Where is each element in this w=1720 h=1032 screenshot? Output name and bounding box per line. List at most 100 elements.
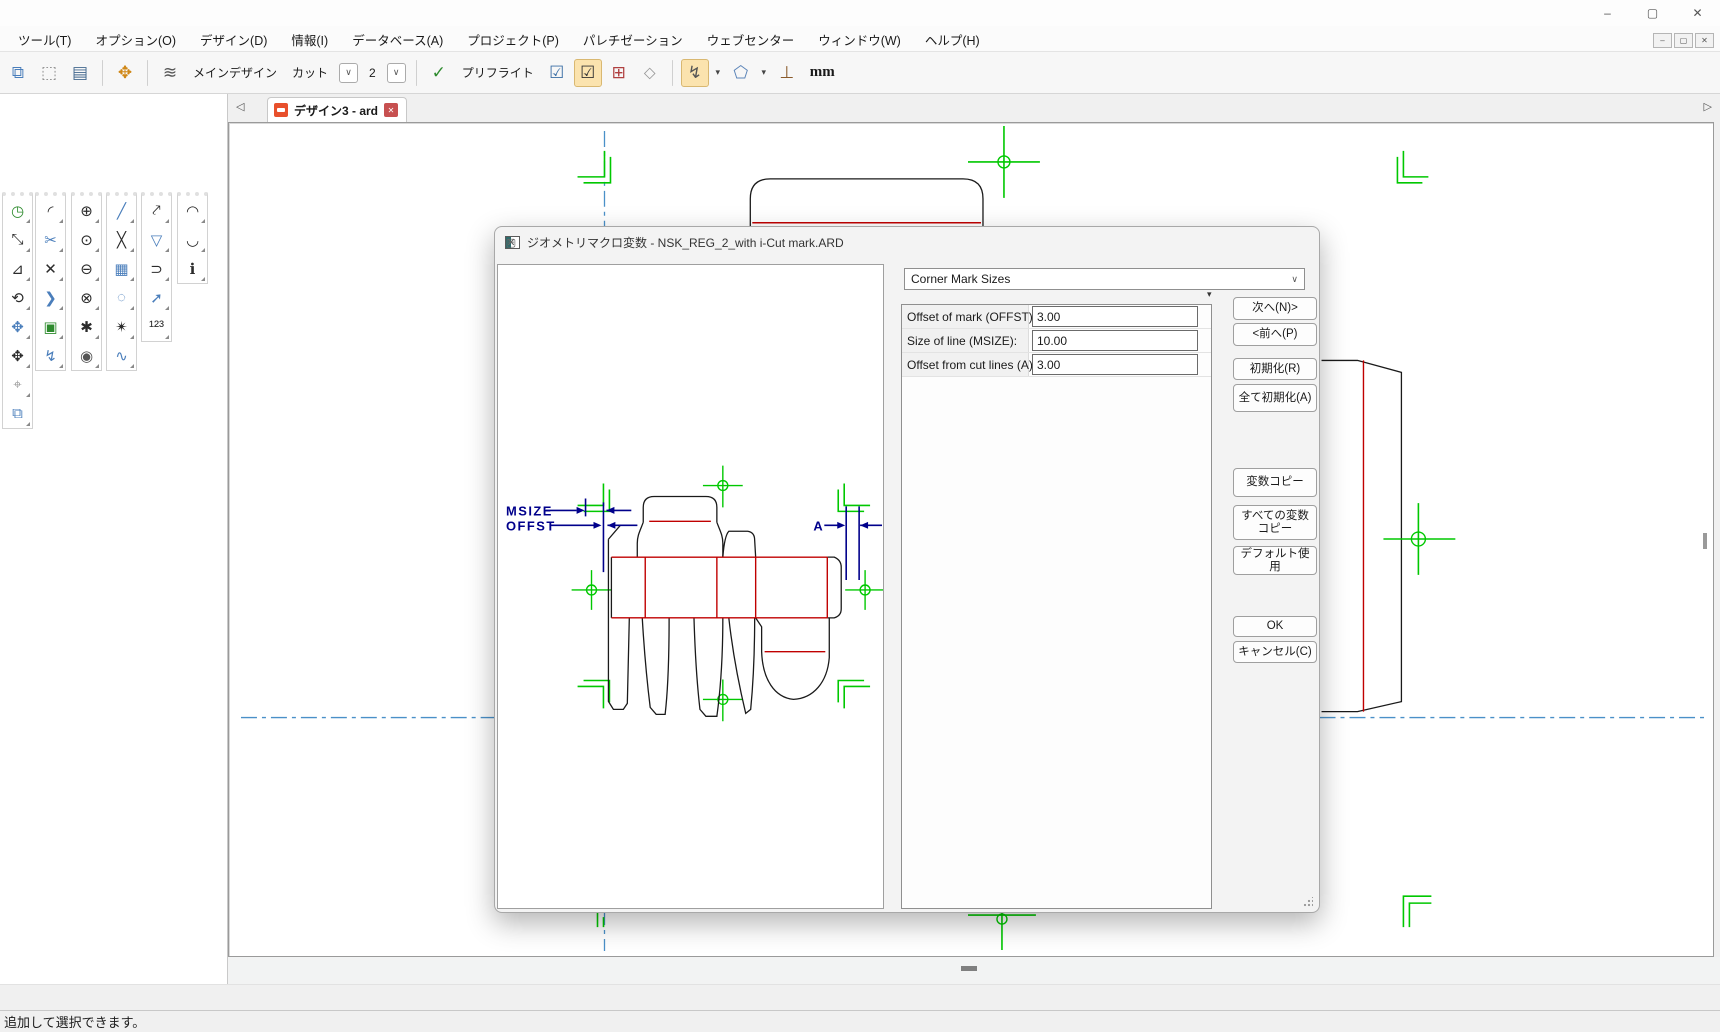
tool-move-points[interactable]: ✥ (3, 341, 32, 370)
tool-angle-gauge[interactable]: ⊿ (3, 254, 32, 283)
preview-registration-marks (572, 466, 883, 722)
tool-cone[interactable]: ▽ (142, 225, 171, 254)
output-reports-icon[interactable]: ⧉ (4, 59, 32, 87)
tool-zoom-previous[interactable]: ⊗ (72, 283, 101, 312)
group-caret-icon[interactable]: ▾ (1207, 289, 1212, 300)
tool-sequence-numbers[interactable]: ¹²³ (142, 312, 171, 341)
mdi-window-controls: –▢✕ (1653, 33, 1714, 48)
reset-button[interactable]: 初期化(R) (1233, 358, 1317, 380)
ok-button[interactable]: OK (1233, 616, 1317, 637)
mdi-close-button[interactable]: ✕ (1695, 33, 1714, 48)
dialog-close-button[interactable]: ✕ (495, 231, 527, 253)
menu-webcenter[interactable]: ウェブセンター (695, 30, 807, 49)
tool-circle-center[interactable]: ◌ (107, 283, 136, 312)
tool-sequence-layers[interactable]: ⧉ (3, 399, 32, 428)
tool-ray-fan[interactable]: ✴ (107, 312, 136, 341)
dialog-titlebar[interactable]: ジオメトリマクロ変数 - NSK_REG_2_with i-Cut mark.A… (495, 227, 1319, 257)
tool-info[interactable]: ℹ (178, 254, 207, 283)
tool-view-eye[interactable]: ◉ (72, 341, 101, 370)
dialog-resize-grip[interactable] (1303, 897, 1313, 907)
tool-arc[interactable]: ⊃ (142, 254, 171, 283)
tool-dimension-clock[interactable]: ◷ (3, 196, 32, 225)
window-close-button[interactable]: ✕ (1675, 0, 1720, 26)
tool-zoom-window[interactable]: ⊙ (72, 225, 101, 254)
layer-combo[interactable]: ∨ (387, 63, 406, 83)
mdi-minimize-button[interactable]: – (1653, 33, 1672, 48)
tool-tangent-line[interactable]: ➚ (142, 283, 171, 312)
vertical-scroll-thumb[interactable] (1703, 533, 1707, 549)
window-controls: –▢✕ (1585, 0, 1720, 26)
mdi-restore-button[interactable]: ▢ (1674, 33, 1693, 48)
tab-design3[interactable]: デザイン3 - ard ✕ (267, 97, 407, 122)
geometry-macro-dialog[interactable]: ジオメトリマクロ変数 - NSK_REG_2_with i-Cut mark.A… (494, 226, 1320, 913)
tab-scroll-right-icon[interactable]: ▷ (1704, 100, 1712, 113)
menu-palletization[interactable]: パレチゼーション (571, 30, 695, 49)
preflight-clipboard-icon[interactable]: ✓ (425, 59, 453, 87)
side-combo[interactable]: ∨ (339, 63, 358, 83)
tool-hatch[interactable]: ▦ (107, 254, 136, 283)
tool-arc-start-end[interactable]: ◡ (178, 225, 207, 254)
layout-grid-icon[interactable]: ⊞ (605, 59, 633, 87)
prev-button[interactable]: <前へ(P) (1233, 323, 1317, 346)
horizontal-scroll-track[interactable] (228, 957, 1720, 984)
palette-lines: ⤤▽⊃➚¹²³ (141, 192, 172, 342)
next-button[interactable]: 次へ(N)> (1233, 297, 1317, 320)
menu-help[interactable]: ヘルプ(H) (913, 30, 992, 49)
tool-zoom-out[interactable]: ⊖ (72, 254, 101, 283)
horizontal-scroll-thumb[interactable] (961, 966, 977, 971)
menu-project[interactable]: プロジェクト(P) (455, 30, 571, 49)
tool-curve[interactable]: ∿ (107, 341, 136, 370)
print-preview-icon[interactable]: ⬚ (35, 59, 63, 87)
dialog-title: ジオメトリマクロ変数 - NSK_REG_2_with i-Cut mark.A… (527, 234, 844, 251)
tool-move-copy[interactable]: ⌖ (3, 370, 32, 399)
toolbar-divider (102, 60, 103, 86)
tool-line[interactable]: ╱ (107, 196, 136, 225)
tool-arc-three-point[interactable]: ◠ (178, 196, 207, 225)
line-type-icon[interactable]: ↯ (681, 59, 709, 87)
tool-move-point[interactable]: ✥ (3, 312, 32, 341)
tool-scissors-cut[interactable]: ✂ (36, 225, 65, 254)
tool-rect-select[interactable]: ▣ (36, 312, 65, 341)
cancel-button[interactable]: キャンセル(C) (1233, 641, 1317, 663)
menu-database[interactable]: データベース(A) (340, 30, 455, 49)
toolbar-divider (672, 60, 673, 86)
line-type-caret[interactable]: ▾ (712, 59, 724, 87)
palletization-arrows-icon[interactable]: ✥ (111, 59, 139, 87)
window-restore-button[interactable]: ▢ (1630, 0, 1675, 26)
preflight-label: プリフライト (456, 59, 540, 87)
offset-from-cut-lines-field: Offset from cut lines (A): 3.00 (902, 353, 1211, 377)
tool-step-line[interactable]: ↯ (36, 341, 65, 370)
tool-chevron-select[interactable]: ❯ (36, 283, 65, 312)
offset-of-mark-field: Offset of mark (OFFST): 3.00 (902, 305, 1211, 329)
dieline-top-tab (750, 179, 983, 229)
report-browser-icon[interactable]: ▤ (66, 59, 94, 87)
tool-zoom-in[interactable]: ⊕ (72, 196, 101, 225)
tool-delete[interactable]: ✕ (36, 254, 65, 283)
menu-window[interactable]: ウィンドウ(W) (806, 30, 913, 49)
menu-design[interactable]: デザイン(D) (188, 30, 279, 49)
copy-all-variables-button[interactable]: すべての変数コピー (1233, 505, 1317, 540)
use-default-button[interactable]: デフォルト使用 (1233, 546, 1317, 575)
tab-close-icon[interactable]: ✕ (384, 103, 398, 117)
tool-extend-line[interactable]: ⤤ (142, 196, 171, 225)
units-icon[interactable]: ⊥ (773, 59, 801, 87)
window-minimize-button[interactable]: – (1585, 0, 1630, 26)
tool-corner-arc[interactable]: ◜ (36, 196, 65, 225)
tab-scroll-left-icon[interactable]: ◁ (236, 100, 244, 113)
layers-icon[interactable]: ≋ (156, 59, 184, 87)
tool-pan-hand[interactable]: ✱ (72, 312, 101, 341)
tool-rotate-r[interactable]: ⟲ (3, 283, 32, 312)
menu-information[interactable]: 情報(I) (279, 30, 340, 49)
fit-view-icon[interactable]: ⬦ (636, 59, 664, 87)
tool-move-design[interactable]: ⤡ (3, 225, 32, 254)
reset-all-button[interactable]: 全て初期化(A) (1233, 384, 1317, 412)
menu-options[interactable]: オプション(O) (83, 30, 188, 49)
shape-fill-caret[interactable]: ▾ (758, 59, 770, 87)
copy-variables-button[interactable]: 変数コピー (1233, 468, 1317, 497)
shape-fill-icon[interactable]: ⬠ (727, 59, 755, 87)
style-checklist-icon[interactable]: ☑ (543, 59, 571, 87)
menu-bar: ツール(T)オプション(O)デザイン(D)情報(I)データベース(A)プロジェク… (0, 26, 1720, 52)
tool-cross-lines[interactable]: ╳ (107, 225, 136, 254)
user-checklist-icon[interactable]: ☑ (574, 59, 602, 87)
menu-tools[interactable]: ツール(T) (6, 30, 83, 49)
